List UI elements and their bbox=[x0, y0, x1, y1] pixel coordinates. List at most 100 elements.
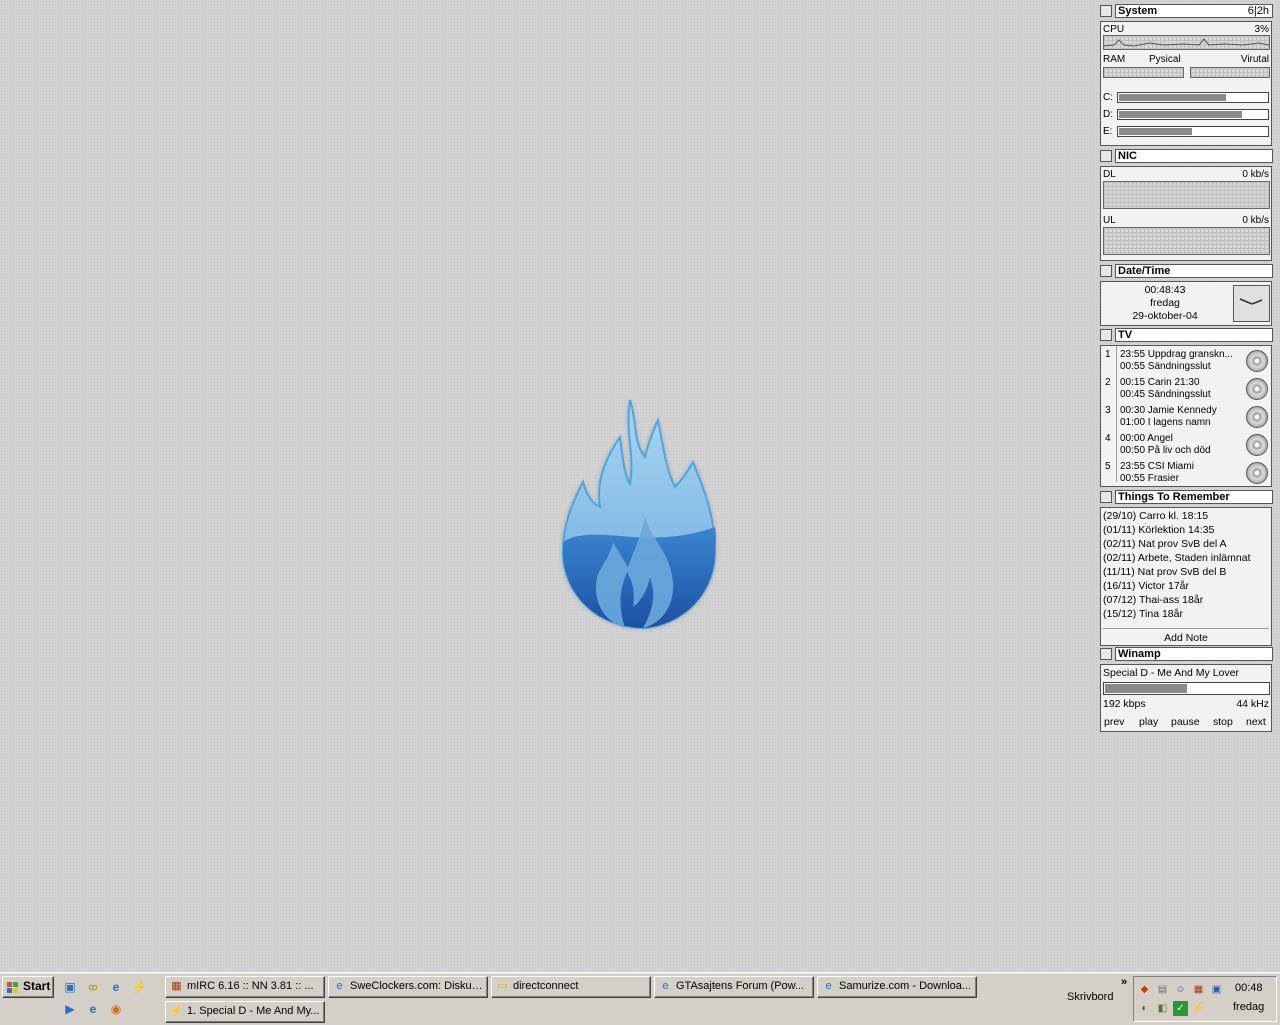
tv-row[interactable]: 2 00:15 Carin 21:30 00:45 Sändningsslut bbox=[1101, 376, 1271, 404]
drive-label: E: bbox=[1103, 126, 1113, 137]
winamp-title: Winamp bbox=[1118, 648, 1161, 660]
tray-clock-day: fredag bbox=[1233, 1001, 1265, 1013]
tv-row-number: 3 bbox=[1105, 405, 1111, 416]
note-item[interactable]: (29/10) Carro kl. 18:15 bbox=[1103, 510, 1208, 522]
task-button-directconnect[interactable]: ▭ directconnect bbox=[491, 976, 651, 998]
internet-explorer-icon[interactable]: e bbox=[108, 979, 124, 995]
note-item[interactable]: (02/11) Nat prov SvB del A bbox=[1103, 538, 1227, 550]
winamp-body: Special D - Me And My Lover 192 kbps 44 … bbox=[1100, 664, 1272, 732]
tv-show-next: 00:45 Sändningsslut bbox=[1120, 389, 1211, 400]
toolbar-chevron-icon[interactable]: » bbox=[1121, 976, 1127, 988]
tray-clock-time[interactable]: 00:48 bbox=[1235, 982, 1263, 994]
winamp-tray-icon[interactable]: ⚡ bbox=[1191, 1001, 1206, 1016]
nic-collapse-toggle[interactable] bbox=[1100, 150, 1112, 162]
ram-physical-meter bbox=[1103, 67, 1184, 78]
ram-physical-label: Pysical bbox=[1149, 54, 1181, 65]
drive-usage-bar bbox=[1117, 126, 1269, 137]
task-button-samurize[interactable]: e Samurize.com - Downloa... bbox=[817, 976, 977, 998]
add-note-button[interactable]: Add Note bbox=[1101, 632, 1271, 644]
msn-messenger-icon[interactable]: ꝏ bbox=[85, 979, 101, 995]
tv-row[interactable]: 5 23:55 CSI Miami 00:55 Frasier bbox=[1101, 460, 1271, 488]
tv-show-next: 00:55 Sändningsslut bbox=[1120, 361, 1211, 372]
prev-button[interactable]: prev bbox=[1104, 716, 1124, 728]
system-header: System 6|2h bbox=[1099, 4, 1273, 19]
network-icon[interactable]: ▣ bbox=[1209, 982, 1224, 997]
track-progress-bar[interactable] bbox=[1103, 682, 1270, 695]
start-button[interactable]: Start bbox=[2, 976, 54, 998]
system-title: System bbox=[1118, 5, 1158, 17]
drive-usage-fill bbox=[1119, 111, 1242, 118]
winamp-icon: ⚡ bbox=[169, 1005, 184, 1017]
show-desktop-icon[interactable]: ▣ bbox=[62, 979, 78, 995]
tv-row[interactable]: 3 00:30 Jamie Kennedy 01:00 I lagens namn bbox=[1101, 404, 1271, 432]
date-value: 29-oktober-04 bbox=[1132, 310, 1198, 322]
next-button[interactable]: next bbox=[1246, 716, 1266, 728]
desktop-toolbar-label[interactable]: Skrivbord bbox=[1067, 991, 1113, 1003]
antivirus-icon[interactable]: ✓ bbox=[1173, 1001, 1188, 1016]
winamp-collapse-toggle[interactable] bbox=[1100, 648, 1112, 660]
upload-value: 0 kb/s bbox=[1242, 215, 1269, 226]
tv-collapse-toggle[interactable] bbox=[1100, 329, 1112, 341]
user-icon[interactable]: ☺ bbox=[1173, 982, 1188, 997]
datetime-body: 00:48:43 fredag 29-oktober-04 bbox=[1100, 281, 1272, 326]
tv-show-current: 23:55 Uppdrag granskn... bbox=[1120, 349, 1233, 360]
messenger-tray-icon[interactable]: ◧ bbox=[1155, 1001, 1170, 1016]
play-button[interactable]: play bbox=[1139, 716, 1158, 728]
task-button-mirc[interactable]: ▦ mIRC 6.16 :: NN 3.81 :: ... bbox=[165, 976, 325, 998]
bitrate-value: 192 kbps bbox=[1103, 698, 1146, 710]
nic-body: DL 0 kb/s UL 0 kb/s bbox=[1100, 166, 1272, 261]
tv-show-current: 23:55 CSI Miami bbox=[1120, 461, 1194, 472]
task-label: directconnect bbox=[513, 980, 579, 992]
ram-label: RAM bbox=[1103, 54, 1126, 65]
channel-disc-icon bbox=[1246, 378, 1268, 400]
note-item[interactable]: (11/11) Nat prov SvB del B bbox=[1103, 566, 1226, 578]
task-button-winamp[interactable]: ⚡ 1. Special D - Me And My... bbox=[165, 1001, 325, 1023]
notes-header: Things To Remember bbox=[1099, 490, 1273, 505]
datetime-collapse-toggle[interactable] bbox=[1100, 265, 1112, 277]
note-item[interactable]: (02/11) Arbete, Staden inlämnat bbox=[1103, 552, 1250, 564]
nic-header: NIC bbox=[1099, 149, 1273, 164]
tv-body: 1 23:55 Uppdrag granskn... 00:55 Sändnings… bbox=[1100, 345, 1272, 487]
cpu-value: 3% bbox=[1254, 24, 1269, 35]
tv-row[interactable]: 4 00:00 Angel 00:50 På liv och död bbox=[1101, 432, 1271, 460]
task-button-gtasajten[interactable]: e GTAsajtens Forum (Pow... bbox=[654, 976, 814, 998]
system-collapse-toggle[interactable] bbox=[1100, 5, 1112, 17]
note-item[interactable]: (01/11) Körlektion 14:35 bbox=[1103, 524, 1214, 536]
mirc-tray-icon[interactable]: ▦ bbox=[1191, 982, 1206, 997]
tv-show-current: 00:15 Carin 21:30 bbox=[1120, 377, 1200, 388]
tv-row-number: 4 bbox=[1105, 433, 1111, 444]
tv-row[interactable]: 1 23:55 Uppdrag granskn... 00:55 Sändnings… bbox=[1101, 348, 1271, 376]
printer-icon[interactable]: ▤ bbox=[1155, 982, 1170, 997]
volume-icon[interactable]: ◐ bbox=[1137, 1001, 1152, 1016]
uptime-value: 6|2h bbox=[1247, 5, 1269, 17]
note-item[interactable]: (07/12) Thai-ass 18år bbox=[1103, 594, 1203, 606]
samplerate-value: 44 kHz bbox=[1236, 698, 1269, 710]
tv-show-next: 00:50 På liv och död bbox=[1120, 445, 1211, 456]
flame-wallpaper-logo bbox=[561, 399, 717, 630]
channel-disc-icon bbox=[1246, 350, 1268, 372]
start-label: Start bbox=[23, 979, 51, 993]
channel-disc-icon bbox=[1246, 462, 1268, 484]
folder-icon: ▭ bbox=[497, 980, 508, 992]
drive-usage-fill bbox=[1119, 128, 1192, 135]
cpu-graph bbox=[1103, 35, 1270, 50]
task-label: mIRC 6.16 :: NN 3.81 :: ... bbox=[187, 980, 314, 992]
stop-button[interactable]: stop bbox=[1213, 716, 1233, 728]
tv-row-number: 1 bbox=[1105, 349, 1111, 360]
task-label: GTAsajtens Forum (Pow... bbox=[676, 980, 805, 992]
note-item[interactable]: (15/12) Tina 18år bbox=[1103, 608, 1183, 620]
winamp-header: Winamp bbox=[1099, 647, 1273, 662]
winamp-icon[interactable]: ⚡ bbox=[131, 979, 147, 995]
task-button-sweclockers[interactable]: e SweClockers.com: Diskus... bbox=[328, 976, 488, 998]
pause-button[interactable]: pause bbox=[1171, 716, 1200, 728]
mirc-icon: ▦ bbox=[171, 980, 182, 992]
tray-app-icon[interactable]: ◆ bbox=[1137, 982, 1152, 997]
media-player-icon[interactable]: ▶ bbox=[62, 1001, 78, 1017]
outlook-express-icon[interactable]: e bbox=[85, 1001, 101, 1017]
system-tray: ◆ ▤ ☺ ▦ ▣ ◐ ◧ ✓ ⚡ 00:48 fredag bbox=[1133, 976, 1277, 1022]
firefox-icon[interactable]: ◉ bbox=[108, 1001, 124, 1017]
notes-body: Add Note (29/10) Carro kl. 18:15 (01/11) … bbox=[1100, 507, 1272, 646]
drive-label: C: bbox=[1103, 92, 1113, 103]
note-item[interactable]: (16/11) Victor 17år bbox=[1103, 580, 1189, 592]
notes-collapse-toggle[interactable] bbox=[1100, 491, 1112, 503]
